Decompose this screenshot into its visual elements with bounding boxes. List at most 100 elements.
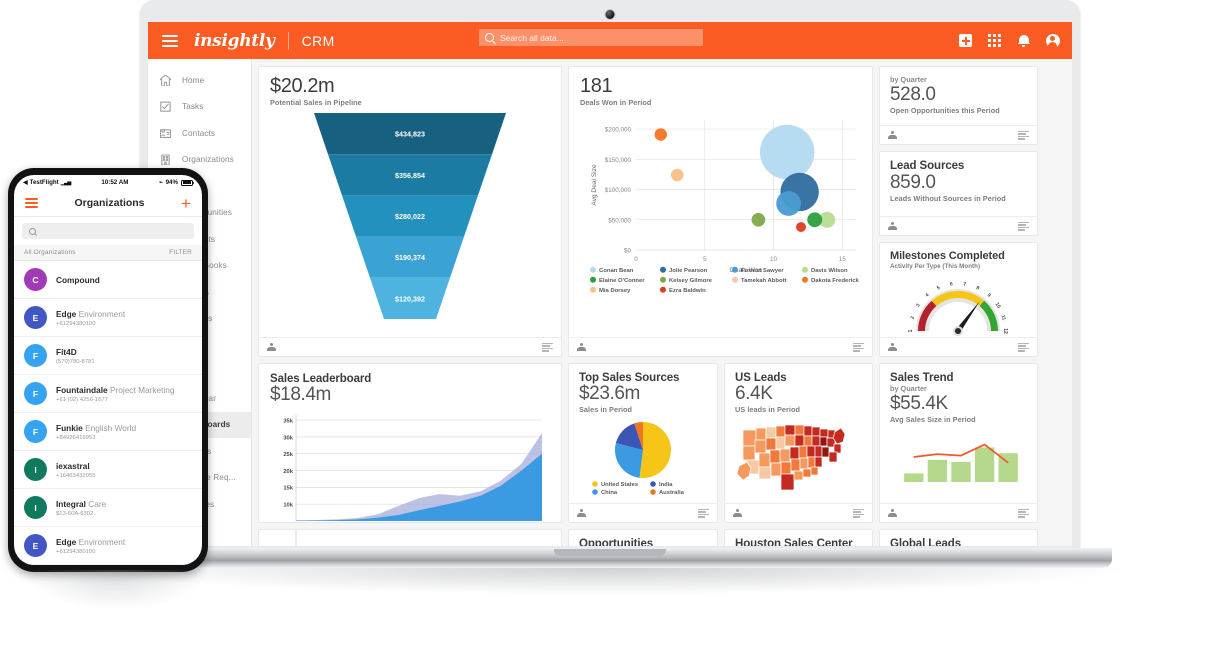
- svg-text:$150,000: $150,000: [605, 157, 632, 164]
- lead-sources-title: Lead Sources: [890, 160, 965, 172]
- header-divider: [287, 31, 289, 50]
- owner-person-icon[interactable]: [888, 221, 897, 231]
- us-leads-value: 6.4K: [735, 383, 773, 404]
- us-map-heatmap: [736, 424, 846, 491]
- svg-text:10: 10: [994, 302, 1002, 310]
- laptop-screen: insightly CRM Search all data... Home Ta…: [148, 22, 1072, 546]
- phone-menu-icon[interactable]: [25, 197, 38, 209]
- svg-text:3: 3: [915, 303, 922, 309]
- user-account-icon[interactable]: [1045, 33, 1060, 49]
- dashboard-row-2: Sales Leaderboard $18.4m 10k 15k 20k 25k 30k…: [258, 363, 1066, 523]
- owner-person-icon[interactable]: [267, 342, 276, 352]
- organization-phone: (570)780-8781: [56, 358, 95, 365]
- card-options-list-icon[interactable]: [853, 508, 864, 518]
- sidebar-item-contacts[interactable]: Contacts: [148, 120, 251, 147]
- svg-text:30k: 30k: [283, 435, 293, 441]
- organization-phone: +84926416953: [56, 434, 96, 441]
- svg-text:10: 10: [770, 256, 778, 263]
- svg-text:$50,000: $50,000: [608, 217, 631, 224]
- sidebar-item-home[interactable]: Home: [148, 67, 251, 94]
- sales-trend-subtitle: Avg Sales Size in Period: [890, 414, 976, 424]
- card-options-list-icon[interactable]: [542, 342, 553, 352]
- card-deals-won[interactable]: 181 Deals Won in Period $0 $50,000 $100,00…: [568, 66, 873, 357]
- global-leads-title: Global Leads: [890, 538, 962, 546]
- card-open-opportunities[interactable]: by Quarter 528.0 Open Opportunities this…: [879, 66, 1038, 145]
- add-icon[interactable]: [958, 33, 973, 48]
- svg-text:5: 5: [703, 256, 707, 263]
- list-item[interactable]: I Integral Care $13-60A-6302,: [14, 489, 202, 527]
- owner-person-icon[interactable]: [888, 130, 897, 140]
- list-item[interactable]: F Fountaindale Project Marketing +61 (02) …: [14, 375, 202, 413]
- search-input[interactable]: [500, 32, 680, 43]
- list-item[interactable]: F Fit4D (570)780-8781: [14, 337, 202, 375]
- card-top-sales-sources[interactable]: Top Sales Sources $23.6m Sales in Period…: [568, 363, 718, 523]
- milestones-subtitle: Activity Per Type (This Month): [890, 263, 981, 270]
- svg-text:Forrest Sawyer: Forrest Sawyer: [741, 268, 784, 274]
- tasks-icon: [160, 101, 171, 112]
- brand-logo[interactable]: insightly: [194, 31, 275, 51]
- svg-text:Mia Dorsey: Mia Dorsey: [599, 288, 631, 294]
- card-milestones[interactable]: Milestones Completed Activity Per Type (…: [879, 242, 1038, 357]
- phone-search-input[interactable]: [22, 223, 194, 239]
- card-options-list-icon[interactable]: [853, 342, 864, 352]
- card-options-list-icon[interactable]: [698, 508, 709, 518]
- card-opportunities[interactable]: Opportunities 12m: [568, 529, 718, 546]
- card-lead-sources-footer: [880, 216, 1037, 235]
- svg-text:$190,374: $190,374: [395, 253, 425, 262]
- svg-text:2: 2: [910, 315, 917, 320]
- svg-text:$200,000: $200,000: [605, 127, 632, 134]
- organization-name: Edge Environment: [56, 308, 126, 319]
- svg-text:Jolie Pearson: Jolie Pearson: [669, 268, 708, 274]
- card-global-leads[interactable]: Global Leads 628.0: [879, 529, 1038, 546]
- svg-text:United States: United States: [601, 482, 638, 488]
- list-item[interactable]: E Edge Environment +61294380100: [14, 299, 202, 337]
- card-sales-trend[interactable]: Sales Trend by Quarter $55.4K Avg Sales …: [879, 363, 1038, 523]
- card-pipeline[interactable]: $20.2m Potential Sales in Pipeline $434,…: [258, 66, 562, 357]
- menu-toggle-icon[interactable]: [162, 34, 178, 47]
- sidebar-item-tasks[interactable]: Tasks: [148, 94, 251, 121]
- sidebar-item-label: Tasks: [182, 102, 204, 112]
- owner-person-icon[interactable]: [888, 508, 897, 518]
- owner-person-icon[interactable]: [888, 342, 897, 352]
- owner-person-icon[interactable]: [733, 508, 742, 518]
- card-us-leads-footer: [725, 503, 872, 522]
- deals-won-subtitle: Deals Won in Period: [580, 98, 652, 107]
- svg-text:Elaine O'Conner: Elaine O'Conner: [599, 278, 645, 284]
- card-sales-leaderboard[interactable]: Sales Leaderboard $18.4m 10k 15k 20k 25k 30k…: [258, 363, 562, 523]
- dashboard-content: $20.2m Potential Sales in Pipeline $434,…: [252, 59, 1072, 546]
- phone-organization-list: C Compound E Edge Environment +61294380100 F F…: [14, 261, 202, 565]
- phone-status-bar: ◀ TestFlight ▁▃▅ 10:52 AM ⌁ 94%: [14, 175, 202, 190]
- top-sources-subtitle: Sales in Period: [579, 404, 633, 414]
- owner-person-icon[interactable]: [577, 508, 586, 518]
- card-options-list-icon[interactable]: [1018, 130, 1029, 140]
- card-lead-sources-body: Lead Sources 859.0 Leads Without Sources…: [880, 152, 1037, 216]
- list-item[interactable]: C Compound: [14, 261, 202, 299]
- phone-nav-bar: Organizations +: [14, 190, 202, 217]
- card-lead-sources[interactable]: Lead Sources 859.0 Leads Without Sources…: [879, 151, 1038, 236]
- apps-grid-icon[interactable]: [987, 33, 1002, 48]
- avatar: I: [24, 496, 47, 519]
- card-options-list-icon[interactable]: [1018, 342, 1029, 352]
- owner-person-icon[interactable]: [577, 342, 586, 352]
- list-item[interactable]: E Edge Environment +61294380100: [14, 527, 202, 565]
- list-item[interactable]: Iiexastral +16463432055: [14, 451, 202, 489]
- global-search[interactable]: [479, 29, 703, 46]
- phone-filter-button[interactable]: FILTER: [169, 249, 192, 256]
- bubble-chart: $0 $50,000 $100,000 $150,000 $200,000 0 5 10 15 D…: [590, 120, 860, 294]
- app-body: HomeTasksContactsOrganizationsLeadsOppor…: [148, 59, 1072, 546]
- card-options-list-icon[interactable]: [1018, 221, 1029, 231]
- card-houston-sales-center[interactable]: Houston Sales Center $23.5m: [724, 529, 873, 546]
- list-item[interactable]: F Funkie English World +84926416953: [14, 413, 202, 451]
- card-us-leads[interactable]: US Leads 6.4K US leads in Period: [724, 363, 873, 523]
- card-leaderboard-continued[interactable]: [258, 529, 562, 546]
- organization-name: Fit4D: [56, 346, 77, 357]
- phone-add-icon[interactable]: +: [181, 195, 191, 212]
- screenshot-stage: insightly CRM Search all data... Home Ta…: [0, 0, 1208, 647]
- sales-trend-title: Sales Trend: [890, 372, 954, 384]
- header-actions: [958, 22, 1060, 59]
- deals-won-value: 181: [580, 75, 613, 97]
- notifications-bell-icon[interactable]: [1016, 33, 1031, 48]
- avatar: E: [24, 306, 47, 329]
- card-options-list-icon[interactable]: [1018, 508, 1029, 518]
- laptop-camera-icon: [604, 9, 616, 20]
